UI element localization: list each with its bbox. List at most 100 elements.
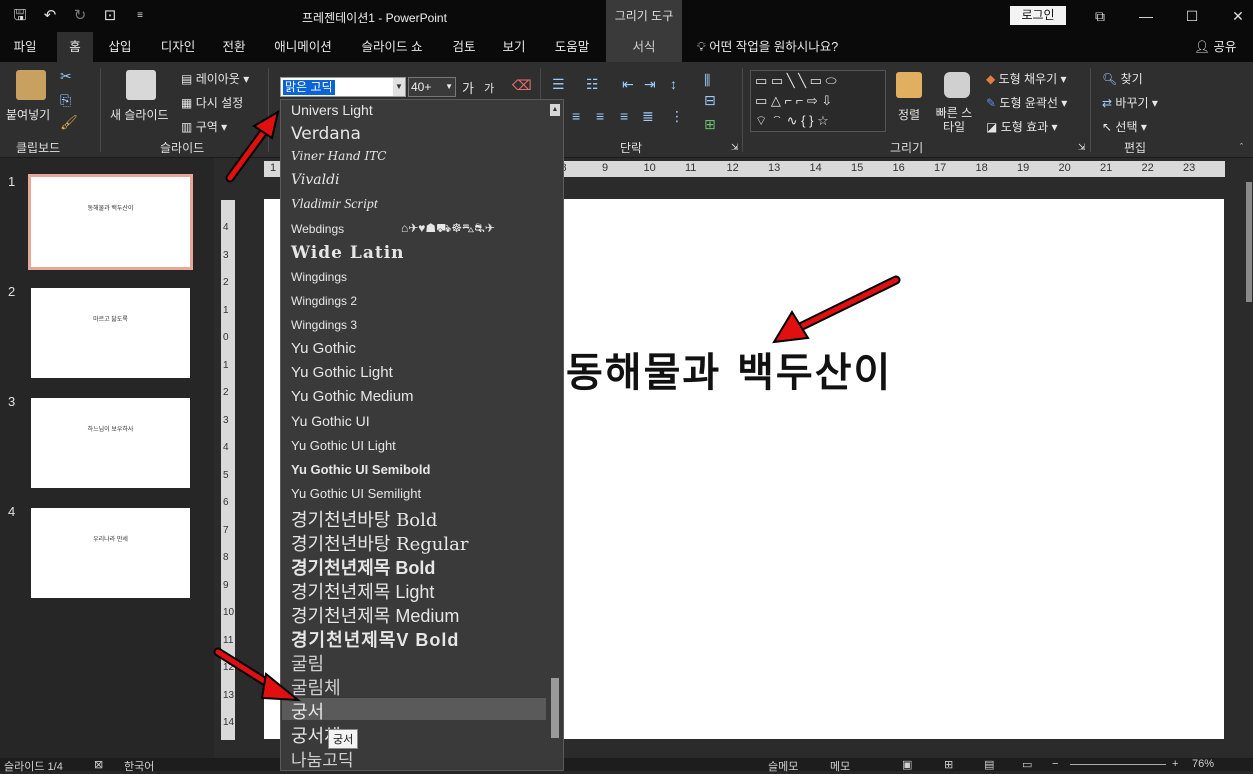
font-name-input[interactable]: 맑은 고딕 ▼ [280,77,406,97]
font-option[interactable]: Yu Gothic UI Semibold [291,462,430,477]
present-icon[interactable]: ⊡ [100,6,120,26]
paste-icon[interactable] [16,70,46,100]
shape-effects-button[interactable]: ◪ 도형 효과 ▾ [986,118,1058,135]
close-button[interactable]: ✕ [1226,4,1250,28]
numbering-icon[interactable]: ☷ [586,76,599,93]
font-option[interactable]: 나눔고딕 [291,746,354,770]
tab-home[interactable]: 홈 [57,32,93,62]
undo-icon[interactable]: ↶ [40,6,60,26]
font-option[interactable]: 경기천년제목 Medium [291,602,459,628]
slide-thumbnail-4[interactable]: 우리나라 만세 [31,508,190,598]
login-button[interactable]: 로그인 [1010,6,1066,25]
slide-thumbnail-2[interactable]: 마르고 닳도록 [31,288,190,378]
select-button[interactable]: ↖ 선택 ▾ [1102,118,1147,135]
tell-me-box[interactable]: 💡︎ 어떤 작업을 원하시나요? [697,32,838,62]
font-option[interactable]: 경기천년제목V Bold [291,626,459,652]
tab-help[interactable]: 도움말 [546,32,598,62]
font-option[interactable]: Wingdings [291,270,347,284]
align-center-icon[interactable]: ≡ [596,108,604,124]
justify-icon[interactable]: ≣ [642,108,654,125]
zoom-level[interactable]: 76% [1192,758,1214,770]
smartart-icon[interactable]: ⊞ [704,116,716,133]
bullets-icon[interactable]: ☰ [552,76,565,93]
scroll-up-icon[interactable]: ▲ [550,104,560,116]
drawing-launcher-icon[interactable]: ⇲ [1078,142,1086,153]
ribbon-display-icon[interactable]: ⧉ [1088,4,1112,28]
quick-styles-icon[interactable] [944,72,970,98]
slide-sorter-icon[interactable]: ⊞ [944,758,953,771]
chevron-down-icon[interactable]: ▼ [393,78,405,96]
decrease-font-icon[interactable]: 가 [484,80,494,96]
font-option[interactable]: Univers Light [291,102,373,118]
font-option[interactable]: 경기천년바탕 Regular [291,530,469,556]
increase-font-icon[interactable]: 가 [462,78,474,97]
font-option[interactable]: Yu Gothic UI Semilight [291,486,421,501]
tab-review[interactable]: 검토 [444,32,484,62]
replace-button[interactable]: ⇄ 바꾸기 ▾ [1102,94,1158,111]
font-option[interactable]: 경기천년제목 Bold [291,554,435,580]
increase-indent-icon[interactable]: ⇥ [644,76,656,93]
slide-thumbnail-1[interactable]: 동해물과 백두산이 [28,174,193,270]
tab-design[interactable]: 디자인 [152,32,204,62]
decrease-indent-icon[interactable]: ⇤ [622,76,634,93]
font-option[interactable]: Vladimir Script [291,197,378,213]
clear-format-icon[interactable]: ⌫ [512,77,532,94]
save-icon[interactable]: 🖫 [10,6,30,26]
new-slide-label[interactable]: 새 슬라이드 [110,106,169,123]
normal-view-icon[interactable]: ▣ [902,758,912,771]
find-button[interactable]: 🔍︎ 찾기 [1102,70,1143,87]
font-size-input[interactable]: 40+ ▼ [408,77,456,97]
tab-insert[interactable]: 삽입 [100,32,140,62]
font-option[interactable]: Yu Gothic UI [291,413,370,429]
tab-view[interactable]: 보기 [494,32,534,62]
tab-slideshow[interactable]: 슬라이드 쇼 [352,32,432,62]
font-option[interactable]: Wingdings 2 [291,294,357,308]
collapse-ribbon-icon[interactable]: ˆ [1240,142,1243,152]
font-option[interactable]: 경기천년제목 Light [291,578,434,604]
tab-animations[interactable]: 애니메이션 [266,32,340,62]
comments-button[interactable]: 메모 [830,758,850,774]
slide-thumbnail-3[interactable]: 하느님이 보우하사 [31,398,190,488]
spellcheck-icon[interactable]: ⊠ [94,758,103,771]
customize-qat-icon[interactable]: ≡ [130,6,150,26]
font-option[interactable]: Webdings [291,222,344,236]
minimize-button[interactable]: — [1134,4,1158,28]
font-option[interactable]: Yu Gothic Medium [291,388,414,405]
chevron-down-icon[interactable]: ▼ [445,78,453,96]
tab-format[interactable]: 서식 [606,32,682,62]
font-option[interactable]: Verdana [291,124,361,144]
font-list-scrollbar[interactable]: ▲ [549,102,561,770]
font-list-scroll-thumb[interactable] [551,678,559,738]
section-button[interactable]: ▥ 구역 ▾ [181,118,227,135]
notes-button[interactable]: 슬메모 [768,758,798,774]
copy-icon[interactable]: ⎘ [60,92,71,109]
shape-fill-button[interactable]: ◆ 도형 채우기 ▾ [986,70,1066,87]
editor-scrollbar[interactable] [1244,158,1253,730]
font-option[interactable]: Vivaldi [291,172,340,188]
columns-icon[interactable]: ⋮ [670,108,684,125]
align-text-icon[interactable]: ⊟ [704,92,716,109]
font-option[interactable]: Wide Latin [291,243,405,263]
zoom-slider[interactable] [1070,764,1166,765]
shapes-gallery[interactable]: ▭ ▭ ╲ ╲ ▭ ⬭ ▭ △ ⌐ ⌐ ⇨ ⇩ ⌔ ⌒ ∿ { } ☆ [750,70,886,132]
language-indicator[interactable]: 한국어 [124,758,154,774]
font-option[interactable]: Wingdings 3 [291,318,357,332]
layout-button[interactable]: ▤ 레이아웃 ▾ [181,70,249,87]
arrange-label[interactable]: 정렬 [898,106,920,123]
zoom-out-icon[interactable]: − [1052,758,1058,770]
slideshow-icon[interactable]: ▭ [1022,758,1032,771]
font-option[interactable]: Yu Gothic UI Light [291,438,396,453]
tab-file[interactable]: 파일 [0,32,50,62]
font-option[interactable]: Yu Gothic [291,340,356,357]
arrange-icon[interactable] [896,72,922,98]
tab-transitions[interactable]: 전환 [214,32,254,62]
paragraph-launcher-icon[interactable]: ⇲ [731,142,739,153]
reading-view-icon[interactable]: ▤ [984,758,994,771]
shape-outline-button[interactable]: ✎ 도형 윤곽선 ▾ [986,94,1067,111]
quick-styles-label[interactable]: 빠른 스타일 [934,106,974,134]
share-button[interactable]: 👤︎ 공유 [1194,32,1236,62]
paste-label[interactable]: 붙여넣기 [6,106,50,123]
font-option[interactable]: 경기천년바탕 Bold [291,506,437,532]
font-option[interactable]: Viner Hand ITC [291,149,386,163]
font-option[interactable]: Yu Gothic Light [291,364,393,381]
